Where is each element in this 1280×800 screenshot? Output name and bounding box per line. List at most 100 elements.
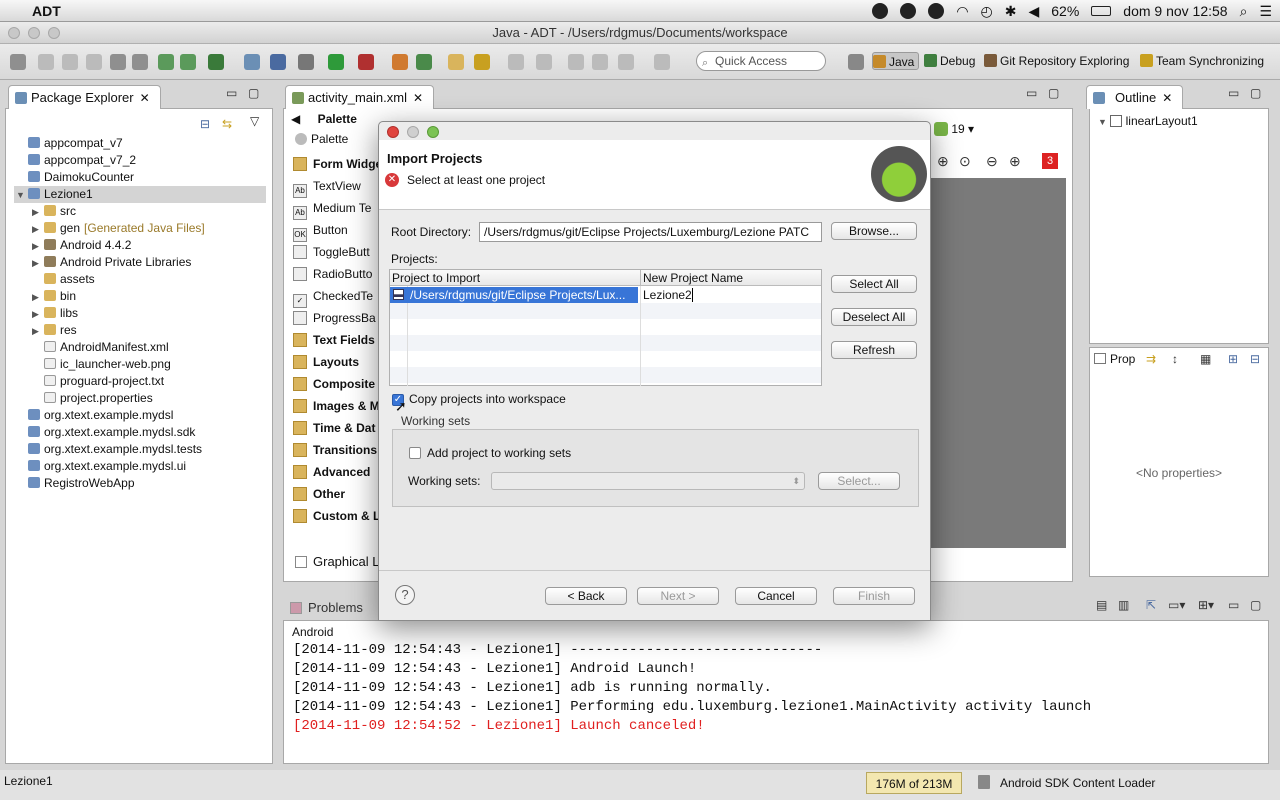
show-categories-icon[interactable]: ⇉: [1146, 352, 1156, 366]
back-button[interactable]: < Back: [545, 587, 627, 605]
palette-widget[interactable]: ProgressBa: [293, 307, 376, 329]
properties-tab[interactable]: Prop: [1092, 349, 1135, 369]
pin-console-icon[interactable]: ⇱: [1146, 598, 1156, 612]
skip-breakpoints-icon[interactable]: [270, 54, 286, 70]
new-android-project-icon[interactable]: [244, 54, 260, 70]
palette-category[interactable]: Other: [293, 483, 345, 505]
tree-item[interactable]: project.properties: [44, 390, 153, 407]
outline-tab[interactable]: Outline ✕: [1086, 85, 1184, 109]
palette-category[interactable]: Custom & L: [293, 505, 380, 527]
tree-item[interactable]: ▶ Android Private Libraries: [32, 254, 191, 271]
palette-widget[interactable]: ToggleButt: [293, 241, 370, 263]
back-history-icon[interactable]: [568, 54, 584, 70]
expand-arrow-icon[interactable]: ▶: [32, 238, 44, 255]
expand-arrow-icon[interactable]: ▼: [1098, 117, 1107, 127]
view-menu-icon[interactable]: ▽: [250, 114, 259, 128]
filter-icon[interactable]: ▦: [1200, 352, 1211, 366]
api-level-dropdown[interactable]: 19 ▾: [934, 122, 974, 138]
new-java-class-icon[interactable]: [416, 54, 432, 70]
scroll-lock-icon[interactable]: ▥: [1118, 598, 1129, 612]
palette-widget[interactable]: OK Button: [293, 219, 348, 242]
tree-item[interactable]: ▶ bin: [32, 288, 76, 305]
refresh-button[interactable]: Refresh: [831, 341, 917, 359]
perspective-java[interactable]: Java: [872, 52, 920, 70]
dialog-zoom-button[interactable]: [427, 126, 439, 138]
package-explorer-tab[interactable]: Package Explorer ✕: [8, 85, 161, 109]
palette-widget[interactable]: Ab Medium Te: [293, 197, 371, 220]
clock[interactable]: dom 9 nov 12:58: [1123, 3, 1227, 19]
close-window-button[interactable]: [8, 27, 20, 39]
time-machine-icon[interactable]: ◴: [981, 3, 993, 20]
battery-percent[interactable]: 62%: [1051, 3, 1079, 19]
expand-arrow-icon[interactable]: ▶: [32, 289, 44, 306]
palette-widget[interactable]: ✓ CheckedTe: [293, 285, 373, 308]
help-icon[interactable]: ?: [395, 585, 415, 605]
tree-item[interactable]: AndroidManifest.xml: [44, 339, 169, 356]
perspective-git-repository-exploring[interactable]: Git Repository Exploring: [984, 52, 1129, 70]
new-icon[interactable]: [10, 54, 26, 70]
collapse-all-icon[interactable]: ⊟: [200, 117, 210, 131]
expand-arrow-icon[interactable]: ▶: [32, 306, 44, 323]
run-icon[interactable]: [328, 54, 344, 70]
expand-arrow-icon[interactable]: ▶: [32, 323, 44, 340]
avd-manager-icon[interactable]: [180, 54, 196, 70]
expand-arrow-icon[interactable]: ▶: [32, 255, 44, 272]
cancel-button[interactable]: Cancel: [735, 587, 817, 605]
maximize-icon[interactable]: ▢: [1250, 598, 1261, 612]
upload-icon[interactable]: [110, 54, 126, 70]
tree-item[interactable]: ▼ Lezione1: [16, 186, 93, 203]
evernote-icon[interactable]: [900, 3, 917, 19]
palette-category[interactable]: Composite: [293, 373, 375, 395]
tree-item[interactable]: proguard-project.txt: [44, 373, 164, 390]
next-annotation-icon[interactable]: [508, 54, 524, 70]
palette-category[interactable]: Transitions: [293, 439, 377, 461]
console-clear-icon[interactable]: ▤: [1096, 598, 1107, 612]
palette-widget[interactable]: RadioButto: [293, 263, 372, 285]
palette-category[interactable]: Advanced: [293, 461, 370, 483]
zoom-window-button[interactable]: [48, 27, 60, 39]
browse-button[interactable]: Browse...: [831, 222, 917, 240]
tree-item[interactable]: ▶ gen [Generated Java Files]: [32, 220, 205, 237]
tree-item[interactable]: ▶ Android 4.4.2: [32, 237, 131, 254]
tree-item[interactable]: org.xtext.example.mydsl.sdk: [28, 424, 195, 441]
root-directory-input[interactable]: /Users/rdgmus/git/Eclipse Projects/Luxem…: [479, 222, 822, 242]
new-java-package-icon[interactable]: [392, 54, 408, 70]
close-icon[interactable]: ✕: [140, 91, 150, 105]
add-to-working-sets-checkbox[interactable]: [409, 447, 421, 459]
deselect-all-button[interactable]: Deselect All: [831, 308, 917, 326]
spotlight-icon[interactable]: ⌕: [1240, 3, 1248, 20]
left-arrow-icon[interactable]: ◀: [291, 112, 300, 126]
zoom-real-size-icon[interactable]: ⊕: [937, 153, 949, 170]
tree-item[interactable]: assets: [44, 271, 95, 288]
close-icon[interactable]: ✕: [1162, 91, 1172, 105]
wifi-icon[interactable]: ◠: [956, 3, 968, 20]
table-row[interactable]: ▬ /Users/rdgmus/git/Eclipse Projects/Lux…: [390, 287, 638, 303]
select-all-button[interactable]: Select All: [831, 275, 917, 293]
palette-widget[interactable]: Ab TextView: [293, 175, 361, 198]
tree-item[interactable]: ▶ src: [32, 203, 76, 220]
zoom-out-icon[interactable]: ⊖: [986, 153, 998, 170]
palette-category[interactable]: Time & Dat: [293, 417, 375, 439]
minimize-icon[interactable]: ▭: [1228, 86, 1239, 100]
print-icon[interactable]: [86, 54, 102, 70]
open-type-icon[interactable]: [448, 54, 464, 70]
zoom-in-icon[interactable]: ⊕: [1009, 153, 1021, 170]
trash-icon[interactable]: [978, 775, 990, 789]
download-icon[interactable]: [132, 54, 148, 70]
tree-item[interactable]: appcompat_v7_2: [28, 152, 136, 169]
sdk-manager-icon[interactable]: [158, 54, 174, 70]
sort-icon[interactable]: ↕: [1172, 352, 1178, 366]
tree-item[interactable]: ▶ res: [32, 322, 77, 339]
column-new-project-name[interactable]: New Project Name: [643, 271, 743, 285]
expand-arrow-icon[interactable]: ▶: [32, 221, 44, 238]
maximize-icon[interactable]: ▢: [1048, 86, 1059, 100]
open-console-icon[interactable]: ⊞▾: [1198, 598, 1214, 612]
external-tools-icon[interactable]: [358, 54, 374, 70]
lint-icon[interactable]: [208, 54, 224, 70]
row-checkbox[interactable]: ▬: [393, 289, 404, 300]
tree-item[interactable]: DaimokuCounter: [28, 169, 134, 186]
palette-category[interactable]: Images & M: [293, 395, 380, 417]
notification-center-icon[interactable]: ☰: [1259, 3, 1272, 20]
outline-root[interactable]: ▼ linearLayout1: [1098, 113, 1198, 131]
new-project-name-cell[interactable]: Lezione2: [642, 287, 820, 303]
